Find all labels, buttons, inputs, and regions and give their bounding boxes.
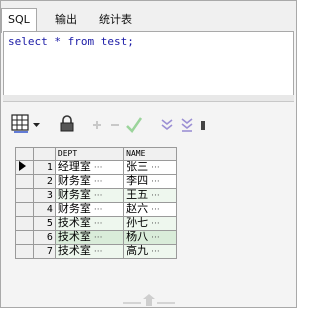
cell-editor-button[interactable]: ··· — [94, 191, 103, 201]
confirm-icon[interactable] — [125, 112, 143, 136]
cell-editor-button[interactable]: ··· — [94, 219, 103, 229]
column-header-name[interactable]: NAME — [123, 147, 177, 161]
pane-splitter[interactable] — [3, 95, 294, 102]
tab-statistics[interactable]: 统计表 — [93, 10, 138, 31]
cell-dept[interactable]: 财务室 ··· — [54, 202, 125, 217]
column-header-dept[interactable]: DEPT — [54, 147, 125, 161]
row-indicator — [14, 216, 35, 231]
cell-name[interactable]: 李四 ··· — [123, 174, 177, 189]
tab-statistics-label: 统计表 — [99, 13, 132, 26]
row-indicator — [14, 174, 35, 189]
result-toolbar — [3, 102, 294, 142]
cell-name-value: 高九 — [126, 244, 149, 257]
row-number: 7 — [33, 244, 56, 259]
cell-editor-button[interactable]: ··· — [94, 177, 103, 187]
sql-window: SQL 输出 统计表 select * from test; DEPT NAME… — [0, 0, 297, 308]
cell-editor-button[interactable]: ··· — [151, 219, 160, 229]
cell-editor-button[interactable]: ··· — [151, 177, 160, 187]
dropdown-arrow-icon[interactable] — [32, 112, 41, 136]
cell-name-value: 王五 — [126, 188, 149, 201]
row-indicator — [14, 244, 35, 259]
row-number: 2 — [33, 174, 56, 189]
current-row-indicator — [14, 160, 35, 175]
cell-dept[interactable]: 技术室 ··· — [54, 230, 125, 245]
cell-name[interactable]: 张三 ··· — [123, 160, 177, 175]
result-grid[interactable]: DEPT NAME 1 经理室 ··· 张三 ··· 2 财务室 ··· 李四 ··· … — [14, 147, 177, 259]
tab-output-label: 输出 — [55, 13, 77, 26]
cell-dept-value: 技术室 — [57, 216, 91, 229]
tab-sql-label: SQL — [8, 13, 30, 26]
cell-editor-button[interactable]: ··· — [151, 191, 160, 201]
cell-editor-button[interactable]: ··· — [94, 205, 103, 215]
cell-name[interactable]: 王五 ··· — [123, 188, 177, 203]
cell-dept-value: 财务室 — [57, 202, 91, 215]
cell-dept[interactable]: 财务室 ··· — [54, 174, 125, 189]
table-row[interactable]: 7 技术室 ··· 高九 ··· — [14, 244, 177, 259]
table-row[interactable]: 5 技术室 ··· 孙七 ··· — [14, 216, 177, 231]
cell-name-value: 赵六 — [126, 202, 149, 215]
cell-dept[interactable]: 技术室 ··· — [54, 216, 125, 231]
cell-name[interactable]: 孙七 ··· — [123, 216, 177, 231]
cell-editor-button[interactable]: ··· — [151, 233, 160, 243]
row-number: 5 — [33, 216, 56, 231]
row-pointer-icon — [19, 161, 26, 171]
table-row[interactable]: 2 财务室 ··· 李四 ··· — [14, 174, 177, 189]
cell-name-value: 孙七 — [126, 216, 149, 229]
cell-name-value: 杨八 — [126, 230, 149, 243]
rownum-header — [33, 147, 56, 161]
cell-editor-button[interactable]: ··· — [94, 163, 103, 173]
cell-dept[interactable]: 经理室 ··· — [54, 160, 125, 175]
watermark-logo — [119, 293, 179, 307]
table-row[interactable]: 3 财务室 ··· 王五 ··· — [14, 188, 177, 203]
filter-all-icon[interactable] — [179, 112, 195, 136]
sql-editor[interactable]: select * from test; — [3, 31, 294, 97]
corner-cell[interactable] — [14, 147, 35, 161]
cell-dept[interactable]: 技术室 ··· — [54, 244, 125, 259]
grid-icon[interactable] — [11, 112, 31, 136]
more-icon[interactable] — [200, 112, 206, 136]
tab-bar: SQL 输出 统计表 — [1, 1, 296, 33]
table-row[interactable]: 6 技术室 ··· 杨八 ··· — [14, 230, 177, 245]
cell-name[interactable]: 高九 ··· — [123, 244, 177, 259]
cell-editor-button[interactable]: ··· — [151, 247, 160, 257]
row-indicator — [14, 188, 35, 203]
cell-editor-button[interactable]: ··· — [151, 163, 160, 173]
row-number: 6 — [33, 230, 56, 245]
cell-editor-button[interactable]: ··· — [151, 205, 160, 215]
tab-sql[interactable]: SQL — [1, 8, 37, 33]
row-number: 4 — [33, 202, 56, 217]
cell-name[interactable]: 赵六 ··· — [123, 202, 177, 217]
row-number: 1 — [33, 160, 56, 175]
table-row[interactable]: 1 经理室 ··· 张三 ··· — [14, 160, 177, 175]
grid-header-row: DEPT NAME — [14, 147, 177, 161]
row-number: 3 — [33, 188, 56, 203]
tab-output[interactable]: 输出 — [49, 10, 83, 31]
cell-name[interactable]: 杨八 ··· — [123, 230, 177, 245]
cell-editor-button[interactable]: ··· — [94, 233, 103, 243]
table-row[interactable]: 4 财务室 ··· 赵六 ··· — [14, 202, 177, 217]
cell-dept-value: 技术室 — [57, 230, 91, 243]
cell-dept-value: 经理室 — [57, 160, 91, 173]
cell-name-value: 李四 — [126, 174, 149, 187]
lock-icon[interactable] — [59, 112, 75, 136]
cell-dept-value: 财务室 — [57, 174, 91, 187]
sql-code[interactable]: select * from test; — [8, 35, 134, 48]
cell-dept-value: 技术室 — [57, 244, 91, 257]
row-indicator — [14, 202, 35, 217]
cell-editor-button[interactable]: ··· — [94, 247, 103, 257]
cell-name-value: 张三 — [126, 160, 149, 173]
cell-dept[interactable]: 财务室 ··· — [54, 188, 125, 203]
add-icon[interactable] — [90, 112, 104, 136]
filter-down-icon[interactable] — [159, 112, 175, 136]
row-indicator — [14, 230, 35, 245]
cell-dept-value: 财务室 — [57, 188, 91, 201]
remove-icon[interactable] — [108, 112, 122, 136]
